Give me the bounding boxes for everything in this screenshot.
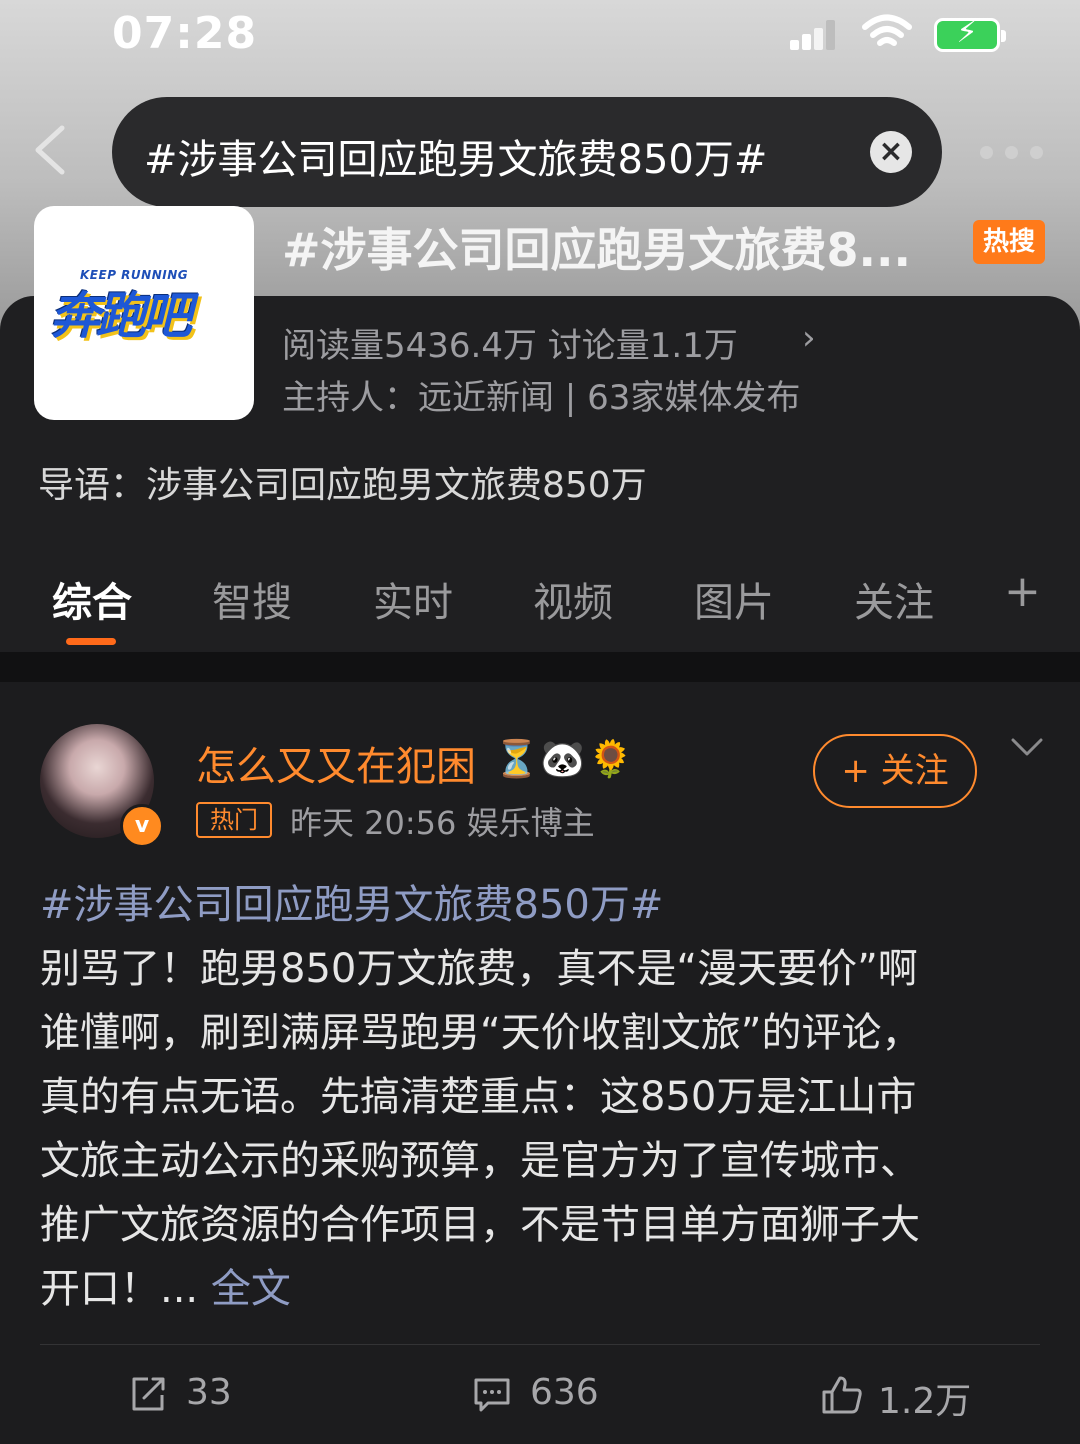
repost-icon <box>132 1377 165 1411</box>
charging-bolt-icon: ⚡ <box>956 15 978 50</box>
active-tab-indicator <box>66 638 116 645</box>
tab-comprehensive[interactable]: 综合 <box>52 570 132 628</box>
battery-icon: ⚡ <box>934 15 1006 52</box>
tab-following[interactable]: 关注 <box>854 570 934 628</box>
clear-search-icon[interactable]: × <box>870 131 912 173</box>
chevron-right-icon[interactable]: › <box>802 318 816 358</box>
post-text-line-last: 开口！... 全文 <box>40 1256 1040 1314</box>
like-button[interactable]: 1.2万 <box>820 1372 1000 1422</box>
tab-realtime[interactable]: 实时 <box>373 570 453 628</box>
comment-button[interactable]: 636 <box>472 1372 632 1416</box>
tab-images[interactable]: 图片 <box>694 570 774 628</box>
hot-search-badge: 热搜 <box>973 220 1045 264</box>
verified-badge-icon: v <box>120 804 164 848</box>
cellular-signal-icon <box>790 20 835 50</box>
post-text-line: 谁懂啊，刷到满屏骂跑男“天价收割文旅”的评论， <box>40 1010 922 1056</box>
chevron-down-icon[interactable] <box>1010 730 1044 764</box>
topic-title: #涉事公司回应跑男文旅费8... <box>282 223 911 277</box>
topic-host: 主持人：远近新闻 | 63家媒体发布 <box>282 378 801 418</box>
topic-logo: KEEP RUNNING 奔跑吧 <box>34 206 254 420</box>
post-text-line: 别骂了！跑男850万文旅费，真不是“漫天要价”啊 <box>40 946 918 992</box>
post-text-line: 开口！... <box>40 1266 199 1312</box>
search-query: #涉事公司回应跑男文旅费850万# <box>144 137 768 183</box>
back-arrow-icon[interactable] <box>30 120 70 180</box>
hot-tag: 热门 <box>196 802 272 838</box>
comment-icon <box>474 1378 510 1412</box>
post-username[interactable]: 怎么又又在犯困 <box>196 734 476 792</box>
tab-bar: 综合 智搜 实时 视频 图片 关注 + <box>0 560 1080 650</box>
post-text-line: 文旅主动公示的采购预算，是官方为了宣传城市、 <box>40 1138 920 1184</box>
tab-video[interactable]: 视频 <box>533 570 613 628</box>
follow-button[interactable]: + 关注 <box>813 734 977 808</box>
logo-title: 奔跑吧 <box>50 287 192 345</box>
repost-button[interactable]: 33 <box>128 1372 268 1416</box>
panda-icon: 🐼 <box>540 739 585 780</box>
topic-stats[interactable]: 阅读量5436.4万 讨论量1.1万 <box>282 318 738 367</box>
post-meta: 昨天 20:56 娱乐博主 <box>290 804 595 842</box>
topic-intro: 导语：涉事公司回应跑男文旅费850万 <box>38 465 647 506</box>
more-options-icon[interactable] <box>980 146 1044 160</box>
action-divider <box>40 1344 1040 1345</box>
tab-smart-search[interactable]: 智搜 <box>212 570 292 628</box>
like-icon <box>822 1376 862 1414</box>
like-count: 1.2万 <box>878 1381 972 1422</box>
search-input[interactable]: #涉事公司回应跑男文旅费850万# × <box>112 97 942 207</box>
hourglass-icon: ⏳ <box>494 739 539 780</box>
repost-count: 33 <box>186 1372 232 1413</box>
post-text-line: 真的有点无语。先搞清楚重点：这850万是江山市 <box>40 1074 917 1120</box>
comment-count: 636 <box>530 1372 599 1413</box>
add-tab-icon[interactable]: + <box>1004 566 1041 617</box>
sunflower-icon: 🌻 <box>588 739 633 780</box>
status-bar: 07:28 ⚡ <box>0 0 1080 70</box>
full-text-link[interactable]: 全文 <box>211 1266 291 1312</box>
clock: 07:28 <box>112 8 258 59</box>
wifi-icon <box>862 14 912 46</box>
section-divider <box>0 652 1080 682</box>
post-text-line: 推广文旅资源的合作项目，不是节目单方面狮子大 <box>40 1202 920 1248</box>
post-hashtag[interactable]: #涉事公司回应跑男文旅费850万# <box>40 872 663 930</box>
